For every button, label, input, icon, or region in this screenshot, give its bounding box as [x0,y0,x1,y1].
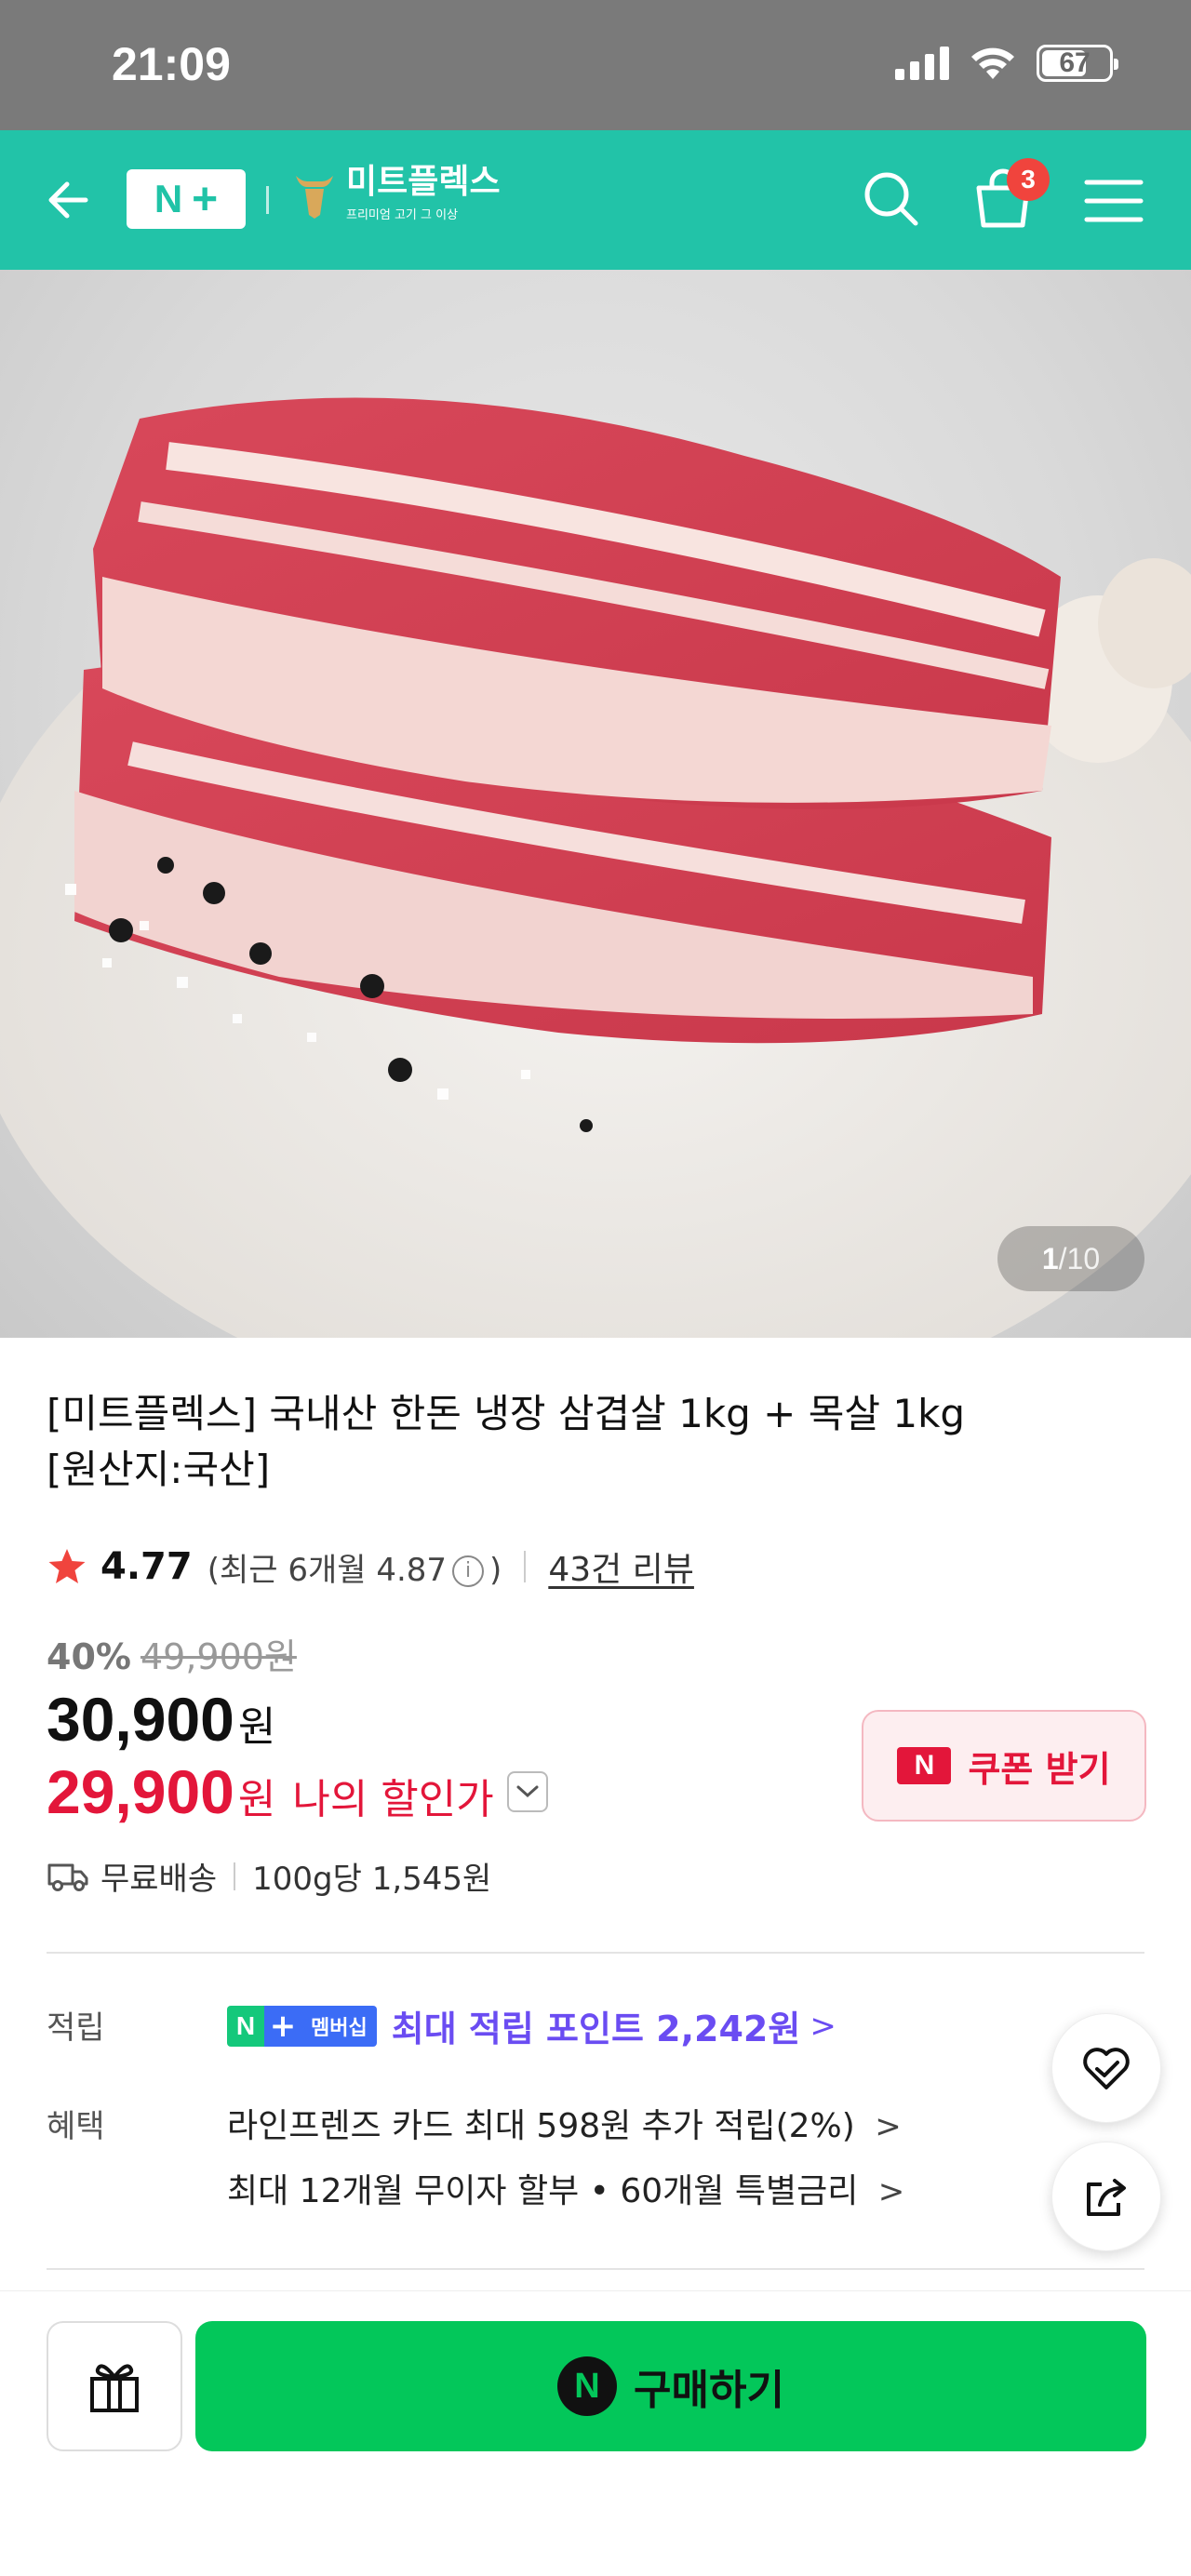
bottom-action-bar: N 구매하기 [0,2290,1191,2576]
wifi-icon [971,47,1014,79]
recent-rating-text: (최근 6개월 4.87 [207,1551,448,1589]
nav-divider [266,186,269,214]
product-title: [미트플렉스] 국내산 한돈 냉장 삼겹살 1kg + 목살 1kg [원산지:… [47,1386,1144,1498]
coupon-button[interactable]: N 쿠폰 받기 [862,1710,1146,1822]
sale-price: 30,900 [47,1685,234,1754]
discount-percent: 40% [47,1636,131,1677]
discount-row: 40% 49,900원 [47,1628,297,1679]
points-row[interactable]: N + 멤버십 최대 적립 포인트 2,242원 > [227,2000,836,2051]
my-discount-label: 나의 할인가 [292,1776,494,1823]
my-discount-price: 29,900 [47,1757,234,1826]
back-arrow-icon[interactable] [37,167,102,233]
cart-count-badge: 3 [1007,158,1050,201]
chevron-right-icon: > [877,2173,905,2210]
status-bar: 21:09 67 [0,0,1191,130]
battery-level: 67 [1059,47,1091,78]
carousel-page-total: /10 [1058,1241,1101,1275]
coupon-button-label: 쿠폰 받기 [968,1748,1111,1790]
card-benefit-link[interactable]: 라인프렌즈 카드 최대 598원 추가 적립(2%) > [227,2099,902,2147]
gift-icon [90,2364,139,2412]
installment-benefit-link[interactable]: 최대 12개월 무이자 할부 • 60개월 특별금리 > [227,2164,904,2212]
rating-row: 4.77 (최근 6개월 4.87 i) 43건 리뷰 [47,1542,694,1591]
wishlist-button[interactable] [1051,2013,1161,2123]
chevron-down-icon[interactable] [506,1771,548,1812]
benefit-label: 혜택 [47,2108,105,2145]
my-discount-row: 29,900 원 나의 할인가 [47,1756,548,1827]
nplus-logo-n: N [154,177,183,220]
membership-badge-text: 멤버십 [301,2005,377,2047]
carousel-page-indicator: 1/10 [997,1226,1144,1291]
membership-badge-plus: + [264,2005,301,2047]
gift-button[interactable] [47,2321,182,2451]
product-photo [0,397,1191,1338]
delivery-info: 무료배송 [100,1861,218,1898]
buy-button-label: 구매하기 [634,2367,784,2414]
installment-benefit-text: 최대 12개월 무이자 할부 • 60개월 특별금리 [227,2172,859,2210]
brand-name: 미트플렉스 [346,163,501,201]
signal-icon [895,47,949,80]
share-icon [1087,2179,1126,2216]
chevron-right-icon: > [810,2007,836,2045]
points-label: 적립 [47,2009,105,2047]
naver-coupon-icon: N [897,1747,952,1784]
naver-pay-icon: N [557,2356,618,2416]
card-benefit-text: 라인프렌즈 카드 최대 598원 추가 적립(2%) [227,2107,855,2145]
section-divider [47,1952,1144,1954]
info-icon[interactable]: i [452,1555,485,1587]
truck-icon [47,1863,88,1891]
share-button[interactable] [1051,2142,1161,2251]
max-points-text: 최대 적립 포인트 2,242원 [391,2009,801,2049]
product-image-carousel[interactable]: 1/10 [0,270,1191,1338]
section-divider-bottom [47,2268,1144,2270]
product-title-line2: [원산지:국산] [47,1447,271,1492]
search-icon[interactable] [858,166,925,233]
sale-price-unit: 원 [237,1703,276,1751]
delivery-row: 무료배송 100g당 1,545원 [47,1853,491,1899]
price-row: 30,900 원 [47,1684,275,1755]
menu-icon[interactable] [1081,175,1146,227]
recent-rating-close: ) [489,1551,502,1589]
star-icon [48,1549,86,1583]
review-count-link[interactable]: 43건 리뷰 [548,1542,694,1591]
status-time: 21:09 [112,38,231,90]
recent-rating: (최근 6개월 4.87 i) [207,1544,502,1590]
status-icons: 67 [895,45,1118,82]
brand-logo[interactable]: 미트플렉스 프리미엄 고기 그 이상 [290,166,501,222]
product-title-line1: [미트플렉스] 국내산 한돈 냉장 삼겹살 1kg + 목살 1kg [47,1391,966,1436]
battery-indicator: 67 [1037,45,1118,82]
original-price: 49,900원 [140,1636,297,1677]
nplus-logo-plus: + [192,174,219,224]
top-nav: N + 미트플렉스 프리미엄 고기 그 이상 3 [0,130,1191,270]
carousel-page-current: 1 [1041,1241,1059,1275]
rating-score: 4.77 [100,1545,193,1588]
rating-separator [524,1551,527,1582]
brand-subtitle: 프리미엄 고기 그 이상 [346,208,459,222]
heart-check-icon [1083,2048,1130,2089]
chevron-right-icon: > [875,2108,902,2145]
buy-button[interactable]: N 구매하기 [195,2321,1146,2451]
membership-badge: N + 멤버십 [227,2005,377,2047]
delivery-separator [234,1862,236,1890]
membership-badge-n: N [227,2005,264,2047]
my-discount-unit: 원 [237,1776,276,1823]
bull-logo-icon [296,175,333,219]
nplus-logo[interactable]: N + [127,169,246,229]
unit-price: 100g당 1,545원 [252,1861,492,1898]
